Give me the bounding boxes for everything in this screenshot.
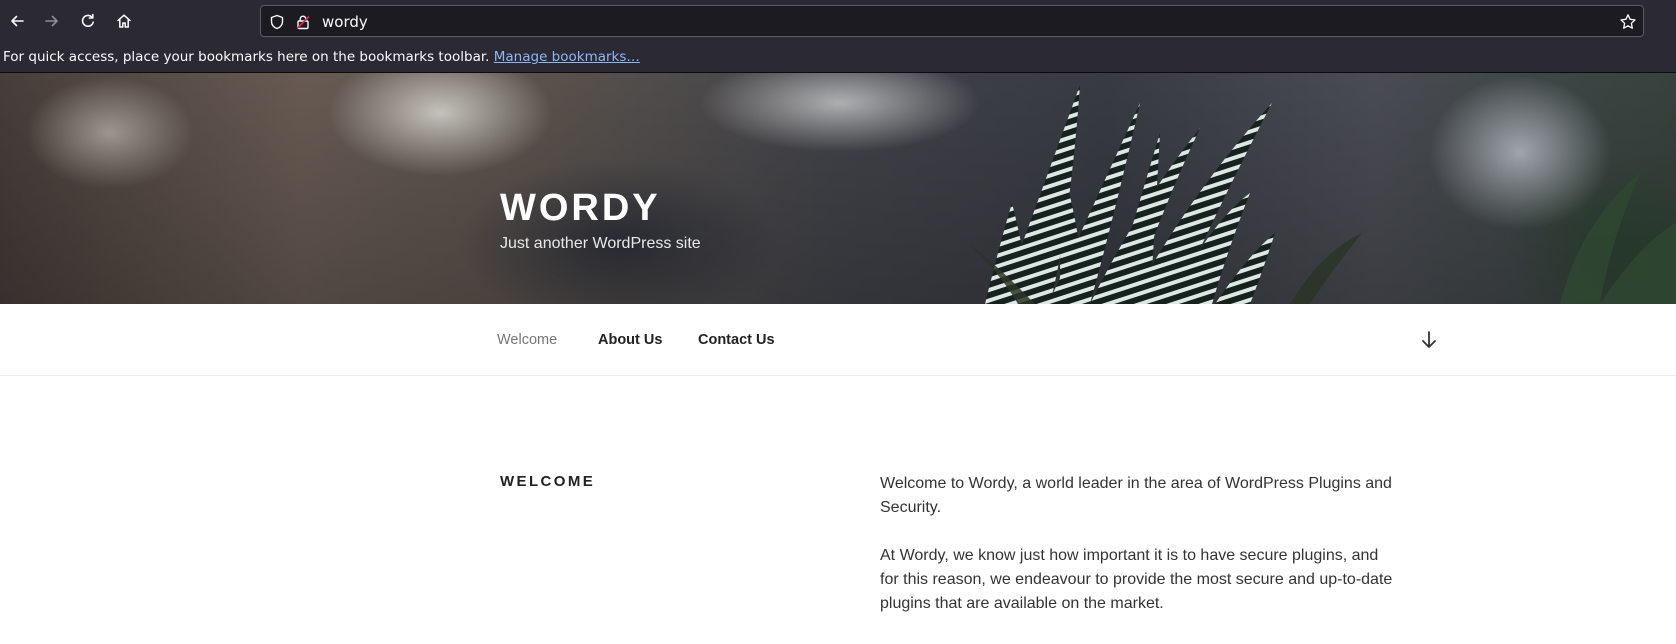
reload-icon [81, 13, 94, 27]
bookmarks-hint-text: For quick access, place your bookmarks h… [3, 49, 490, 65]
back-button[interactable] [3, 7, 31, 35]
arrow-right-icon [45, 15, 58, 27]
intro-paragraph: Welcome to Wordy, a world leader in the … [880, 475, 1392, 516]
scroll-down-button[interactable] [1418, 329, 1440, 351]
shield-icon[interactable] [268, 13, 286, 31]
site-title[interactable]: WORDY [500, 186, 661, 230]
site-tagline: Just another WordPress site [500, 235, 701, 252]
lock-icon[interactable] [294, 13, 312, 31]
nav-item-about-us[interactable]: About Us [598, 331, 662, 349]
forward-button[interactable] [38, 7, 66, 35]
body-paragraph: At Wordy, we know just how important it … [880, 547, 1393, 612]
nav-item-welcome[interactable]: Welcome [497, 331, 557, 349]
primary-navigation: Welcome About Us Contact Us [0, 304, 1676, 376]
arrow-down-icon [1422, 331, 1436, 348]
manage-bookmarks-link[interactable]: Manage bookmarks… [494, 49, 640, 65]
arrow-left-icon [11, 15, 24, 27]
site-header-banner: WORDY Just another WordPress site [0, 73, 1676, 304]
browser-toolbar: wordy [0, 0, 1676, 42]
url-text[interactable]: wordy [322, 12, 368, 32]
plant-photo [968, 85, 1676, 304]
section-heading: WELCOME [500, 473, 596, 490]
bookmarks-toolbar: For quick access, place your bookmarks h… [0, 42, 1676, 73]
url-bar[interactable]: wordy [260, 5, 1644, 37]
star-icon[interactable] [1619, 13, 1637, 31]
nav-item-contact-us[interactable]: Contact Us [698, 331, 775, 349]
home-icon [117, 14, 131, 28]
home-button[interactable] [110, 7, 138, 35]
reload-button[interactable] [74, 7, 102, 35]
